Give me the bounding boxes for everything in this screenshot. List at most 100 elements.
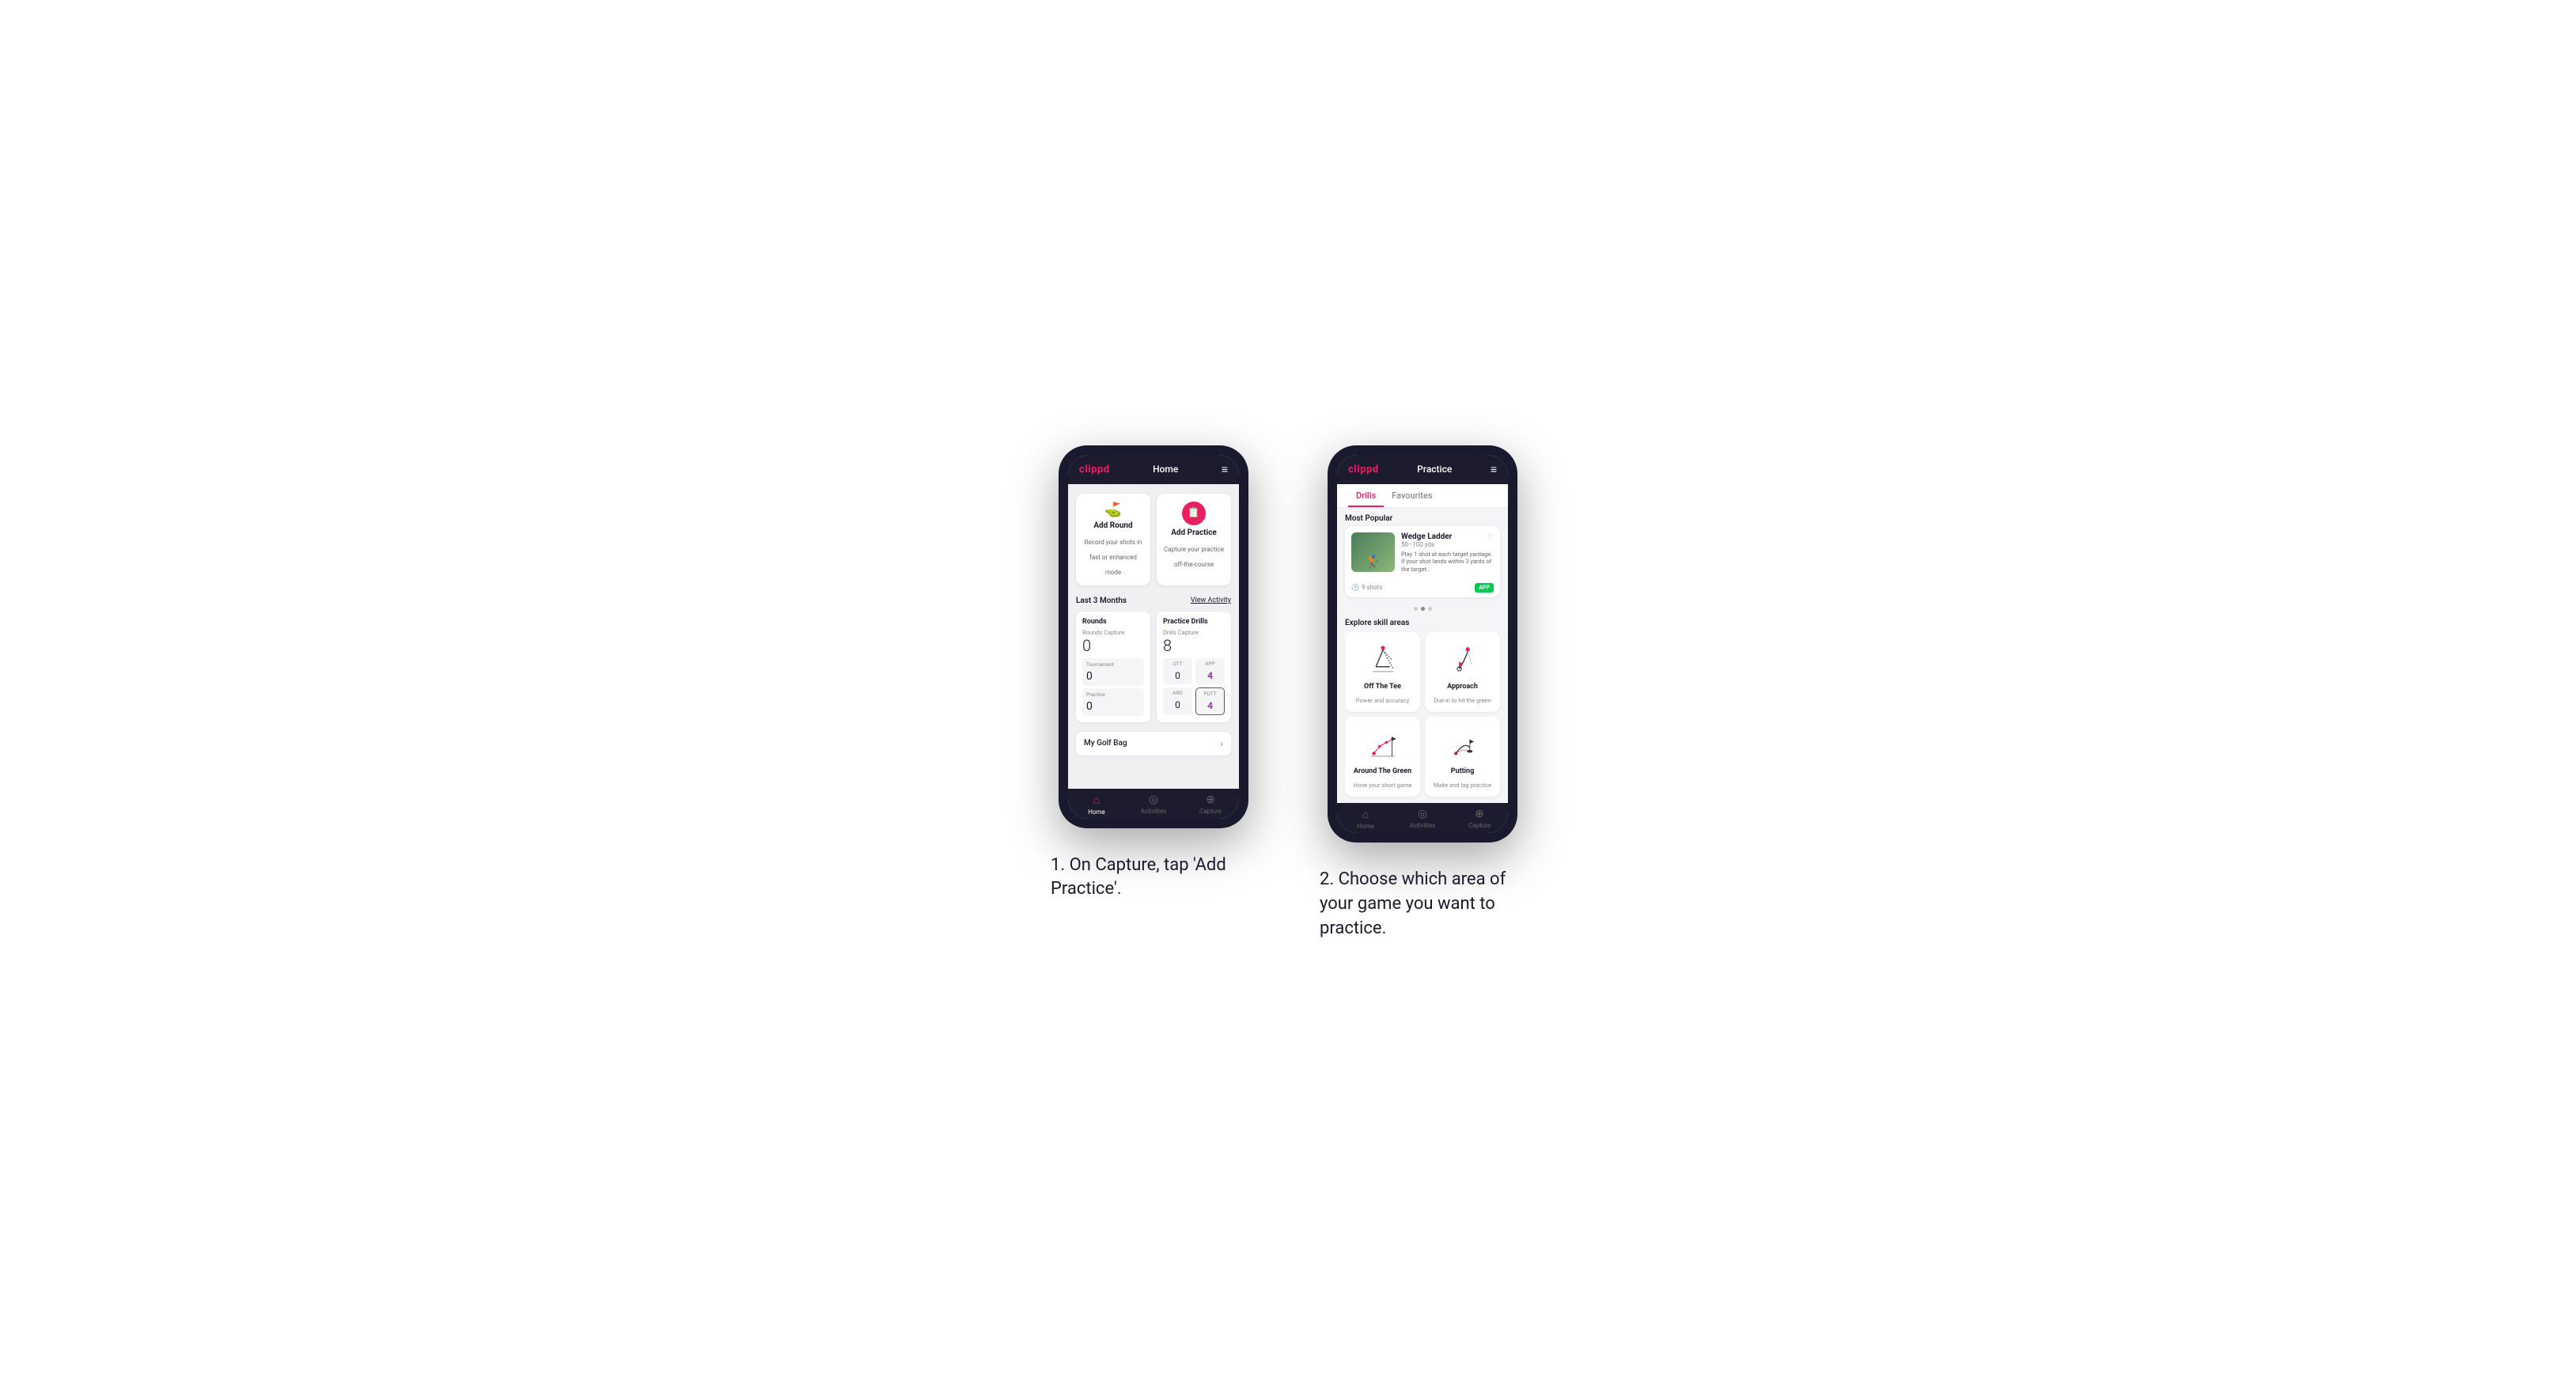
nav-activities-1[interactable]: ◎ Activities [1125, 793, 1182, 816]
featured-footer: 🕐 9 shots APP [1345, 580, 1500, 597]
putting-svg [1445, 727, 1480, 762]
phone-2-screen: clippd Practice ≡ Drills Favourites Most… [1337, 455, 1508, 833]
home-nav-icon-1: ⌂ [1093, 793, 1100, 807]
approach-icon-area [1431, 640, 1494, 680]
nav-home-2[interactable]: ⌂ Home [1337, 808, 1394, 830]
home-nav-label-1: Home [1088, 808, 1105, 816]
practice-tabs: Drills Favourites [1337, 484, 1508, 508]
nav-capture-2[interactable]: ⊕ Capture [1451, 808, 1508, 830]
drills-capture-label: Drills Capture [1163, 629, 1225, 636]
capture-nav-label-1: Capture [1199, 808, 1222, 815]
putt-label: PUTT [1200, 691, 1220, 697]
explore-label: Explore skill areas [1337, 614, 1508, 632]
skill-card-off-the-tee[interactable]: Off The Tee Power and accuracy [1345, 632, 1420, 712]
app-stat: APP 4 [1195, 658, 1225, 684]
putt-value: 4 [1207, 700, 1213, 711]
clock-icon: 🕐 [1351, 584, 1359, 591]
drill-description: Play 1 shot at each target yardage. If y… [1401, 551, 1494, 574]
dot-2[interactable] [1421, 607, 1425, 611]
phone-1-bottom-nav: ⌂ Home ◎ Activities ⊕ Capture [1068, 789, 1239, 819]
tournament-value: 0 [1086, 670, 1093, 683]
phone-1-screen: clippd Home ≡ ⛳ Add Round Record your sh… [1068, 455, 1239, 819]
dot-3[interactable] [1428, 607, 1432, 611]
arg-stat: ARG 0 [1163, 687, 1192, 715]
last-3-months-label: Last 3 Months [1076, 596, 1127, 605]
nav-home-1[interactable]: ⌂ Home [1068, 793, 1125, 816]
ott-value: 0 [1175, 670, 1180, 681]
practice-label: Practice [1086, 691, 1140, 698]
add-round-title: Add Round [1082, 521, 1144, 530]
practice-stat: Practice 0 [1082, 688, 1144, 716]
skill-desc-ott: Power and accuracy [1356, 697, 1409, 704]
phone-2-header: clippd Practice ≡ [1337, 455, 1508, 484]
practice-drills-card: Practice Drills Drills Capture 8 OTT 0 [1157, 612, 1231, 722]
favourites-tab[interactable]: Favourites [1384, 484, 1440, 507]
nav-capture-1[interactable]: ⊕ Capture [1182, 793, 1239, 816]
home-nav-icon-2: ⌂ [1362, 808, 1369, 821]
stats-section: Last 3 Months View Activity Rounds Round… [1068, 592, 1239, 727]
skill-card-atg[interactable]: Around The Green Hone your short game [1345, 717, 1420, 797]
practice-body: Most Popular 🏌️ Wedge Ladder ☆ [1337, 508, 1508, 803]
activities-nav-label-1: Activities [1141, 808, 1167, 815]
practice-value: 0 [1086, 700, 1093, 713]
featured-title-row: Wedge Ladder ☆ [1401, 532, 1494, 541]
caption-1: 1. On Capture, tap 'Add Practice'. [1051, 854, 1256, 903]
featured-drill-card[interactable]: 🏌️ Wedge Ladder ☆ 50–100 yds Play 1 shot… [1345, 526, 1500, 597]
stats-grid: Rounds Rounds Capture 0 Tournament 0 [1076, 612, 1231, 722]
ott-stat: OTT 0 [1163, 658, 1192, 684]
add-round-card[interactable]: ⛳ Add Round Record your shots in fast or… [1076, 494, 1150, 585]
tournament-label: Tournament [1086, 661, 1140, 668]
dot-1[interactable] [1414, 607, 1418, 611]
skill-name-putting: Putting [1431, 767, 1494, 775]
arg-value: 0 [1175, 699, 1180, 710]
skill-card-putting[interactable]: Putting Make and lag practice [1425, 717, 1500, 797]
rounds-title: Rounds [1082, 618, 1144, 626]
star-icon[interactable]: ☆ [1487, 532, 1494, 541]
skill-desc-putting: Make and lag practice [1434, 782, 1491, 789]
add-practice-desc: Capture your practice off-the-course [1164, 546, 1224, 568]
golf-flag-icon: ⛳ [1082, 502, 1144, 518]
drills-tab[interactable]: Drills [1348, 484, 1384, 507]
off-the-tee-svg [1366, 642, 1400, 677]
stats-header-row: Last 3 Months View Activity [1076, 596, 1231, 605]
golf-bag-row[interactable]: My Golf Bag › [1076, 732, 1231, 755]
skill-name-approach: Approach [1431, 683, 1494, 691]
capture-nav-icon-1: ⊕ [1206, 793, 1215, 806]
activities-nav-label-2: Activities [1410, 822, 1436, 829]
rounds-big-number: 0 [1082, 638, 1144, 653]
golf-bag-label: My Golf Bag [1084, 739, 1127, 748]
activities-nav-icon-2: ◎ [1418, 808, 1427, 820]
add-round-desc: Record your shots in fast or enhanced mo… [1085, 539, 1142, 576]
add-practice-card[interactable]: 📋 Add Practice Capture your practice off… [1157, 494, 1231, 585]
phone-2-section: clippd Practice ≡ Drills Favourites Most… [1320, 445, 1525, 941]
putt-stat: PUTT 4 [1195, 687, 1225, 715]
phone-1-section: clippd Home ≡ ⛳ Add Round Record your sh… [1051, 445, 1256, 903]
activities-nav-icon-1: ◎ [1149, 793, 1158, 806]
view-activity-link[interactable]: View Activity [1191, 596, 1231, 604]
atg-icon-area [1351, 725, 1414, 764]
phone-1-header: clippd Home ≡ [1068, 455, 1239, 484]
app-badge: APP [1475, 583, 1494, 593]
putting-icon-area [1431, 725, 1494, 764]
tournament-stat: Tournament 0 [1082, 658, 1144, 686]
atg-svg [1366, 727, 1400, 762]
page-container: clippd Home ≡ ⛳ Add Round Record your sh… [1051, 445, 1525, 941]
menu-icon-1[interactable]: ≡ [1222, 463, 1228, 476]
clippd-logo-2: clippd [1348, 464, 1379, 475]
home-nav-label-2: Home [1357, 823, 1374, 830]
off-the-tee-icon-area [1351, 640, 1414, 680]
phone-2-bottom-nav: ⌂ Home ◎ Activities ⊕ Capture [1337, 803, 1508, 833]
skill-card-approach[interactable]: Approach Dial-in to hit the green [1425, 632, 1500, 712]
clipboard-icon: 📋 [1188, 507, 1200, 519]
shots-count-text: 9 shots [1362, 584, 1382, 591]
skill-desc-atg: Hone your short game [1353, 782, 1411, 789]
nav-activities-2[interactable]: ◎ Activities [1394, 808, 1451, 830]
phone-1-body: ⛳ Add Round Record your shots in fast or… [1068, 484, 1239, 789]
menu-icon-2[interactable]: ≡ [1491, 463, 1497, 476]
ott-label: OTT [1167, 661, 1188, 667]
skill-desc-approach: Dial-in to hit the green [1434, 697, 1491, 704]
drill-title: Wedge Ladder [1401, 532, 1452, 541]
arg-label: ARG [1167, 690, 1188, 696]
rounds-card: Rounds Rounds Capture 0 Tournament 0 [1076, 612, 1150, 722]
drills-big-number: 8 [1163, 638, 1225, 653]
